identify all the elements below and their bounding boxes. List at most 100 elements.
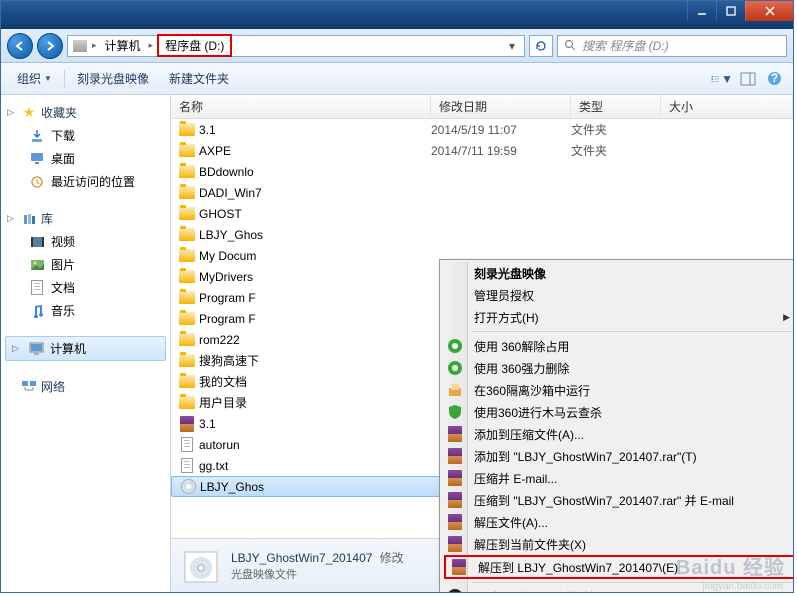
search-icon bbox=[562, 38, 578, 54]
disc-icon bbox=[180, 479, 196, 495]
search-placeholder: 搜索 程序盘 (D:) bbox=[582, 37, 669, 54]
breadcrumb-drive[interactable]: 程序盘 (D:) bbox=[157, 34, 232, 57]
list-item[interactable]: GHOST bbox=[171, 203, 793, 224]
newfolder-button[interactable]: 新建文件夹 bbox=[161, 66, 237, 91]
search-input[interactable]: 搜索 程序盘 (D:) bbox=[557, 35, 787, 57]
star-icon: ★ bbox=[21, 105, 37, 121]
computer-icon bbox=[28, 341, 44, 357]
context-menu-item[interactable]: 管理员授权 bbox=[442, 284, 793, 306]
download-icon bbox=[29, 128, 45, 144]
list-item[interactable]: 3.12014/5/19 11:07文件夹 bbox=[171, 119, 793, 140]
view-mode-button[interactable]: ▼ bbox=[711, 68, 733, 90]
preview-pane-button[interactable] bbox=[737, 68, 759, 90]
maximize-button[interactable] bbox=[716, 1, 745, 21]
help-button[interactable]: ? bbox=[763, 68, 785, 90]
shield-icon bbox=[446, 403, 464, 421]
sidebar-network[interactable]: 网络 bbox=[1, 375, 170, 398]
list-item[interactable]: DADI_Win7 bbox=[171, 182, 793, 203]
forward-button[interactable] bbox=[37, 33, 63, 59]
column-name[interactable]: 名称 bbox=[171, 95, 431, 118]
list-item[interactable]: LBJY_Ghos bbox=[171, 224, 793, 245]
context-menu-item[interactable]: 解压到当前文件夹(X) bbox=[442, 533, 793, 555]
context-menu-item[interactable]: 使用 360强力删除 bbox=[442, 357, 793, 379]
folder-icon bbox=[179, 269, 195, 285]
close-button[interactable] bbox=[745, 1, 793, 21]
network-icon bbox=[21, 379, 37, 395]
folder-icon bbox=[179, 248, 195, 264]
sidebar-computer[interactable]: ▷计算机 bbox=[5, 336, 166, 361]
context-menu-item[interactable]: 打开方式(H)▶ bbox=[442, 306, 793, 328]
titlebar bbox=[1, 1, 793, 29]
sidebar-item-music[interactable]: 音乐 bbox=[1, 299, 170, 322]
breadcrumb-computer[interactable]: 计算机 bbox=[101, 35, 145, 56]
sidebar-item-videos[interactable]: 视频 bbox=[1, 230, 170, 253]
sidebar-item-downloads[interactable]: 下载 bbox=[1, 124, 170, 147]
column-type[interactable]: 类型 bbox=[571, 95, 661, 118]
context-menu: 刻录光盘映像管理员授权打开方式(H)▶ 使用 360解除占用使用 360强力删除在… bbox=[439, 259, 793, 592]
sidebar-item-recent[interactable]: 最近访问的位置 bbox=[1, 170, 170, 193]
rar-icon bbox=[450, 558, 468, 576]
folder-icon bbox=[179, 353, 195, 369]
rar-icon bbox=[446, 513, 464, 531]
desktop-icon bbox=[29, 151, 45, 167]
explorer-window: ▸ 计算机 ▸ 程序盘 (D:) ▾ 搜索 程序盘 (D:) 组织▼ 刻录光盘映… bbox=[0, 0, 794, 593]
qq-icon bbox=[446, 588, 464, 592]
list-item[interactable]: AXPE2014/7/11 19:59文件夹 bbox=[171, 140, 793, 161]
address-field[interactable]: ▸ 计算机 ▸ 程序盘 (D:) ▾ bbox=[67, 35, 525, 57]
minimize-button[interactable] bbox=[687, 1, 716, 21]
details-subtitle: 光盘映像文件 bbox=[231, 566, 404, 582]
sidebar-favorites[interactable]: ▷★收藏夹 bbox=[1, 101, 170, 124]
burn-button[interactable]: 刻录光盘映像 bbox=[69, 66, 157, 91]
sidebar-libraries[interactable]: ▷库 bbox=[1, 207, 170, 230]
music-icon bbox=[29, 303, 45, 319]
sidebar-item-desktop[interactable]: 桌面 bbox=[1, 147, 170, 170]
submenu-arrow-icon: ▶ bbox=[783, 312, 790, 323]
navigation-pane: ▷★收藏夹 下载 桌面 最近访问的位置 ▷库 视频 图片 文档 音乐 ▷计算机 … bbox=[1, 95, 171, 592]
chevron-right-icon: ▸ bbox=[149, 40, 154, 51]
sandbox-icon bbox=[446, 381, 464, 399]
folder-icon bbox=[179, 122, 195, 138]
rar-icon bbox=[446, 535, 464, 553]
rar-icon bbox=[446, 425, 464, 443]
back-button[interactable] bbox=[7, 33, 33, 59]
txt-icon bbox=[179, 437, 195, 453]
video-icon bbox=[29, 234, 45, 250]
address-bar: ▸ 计算机 ▸ 程序盘 (D:) ▾ 搜索 程序盘 (D:) bbox=[1, 29, 793, 63]
folder-icon bbox=[179, 332, 195, 348]
context-menu-item[interactable]: 刻录光盘映像 bbox=[442, 262, 793, 284]
details-extra: 修改 bbox=[380, 551, 404, 565]
chevron-right-icon: ▸ bbox=[92, 40, 97, 51]
context-menu-item[interactable]: 通过QQ发送到我的手机 bbox=[442, 586, 793, 592]
rar-icon bbox=[446, 447, 464, 465]
folder-icon bbox=[179, 206, 195, 222]
context-menu-item[interactable]: 压缩并 E-mail... bbox=[442, 467, 793, 489]
context-menu-item[interactable]: 在360隔离沙箱中运行 bbox=[442, 379, 793, 401]
library-icon bbox=[21, 211, 37, 227]
address-dropdown-icon[interactable]: ▾ bbox=[504, 39, 520, 53]
sidebar-item-pictures[interactable]: 图片 bbox=[1, 253, 170, 276]
sidebar-item-documents[interactable]: 文档 bbox=[1, 276, 170, 299]
rar-icon bbox=[179, 416, 195, 432]
document-icon bbox=[29, 280, 45, 296]
folder-icon bbox=[179, 374, 195, 390]
context-menu-item[interactable]: 添加到压缩文件(A)... bbox=[442, 423, 793, 445]
folder-icon bbox=[179, 164, 195, 180]
svg-text:?: ? bbox=[770, 71, 777, 85]
disc-icon bbox=[181, 546, 221, 586]
context-menu-item[interactable]: 解压文件(A)... bbox=[442, 511, 793, 533]
360-icon bbox=[446, 359, 464, 377]
column-date[interactable]: 修改日期 bbox=[431, 95, 571, 118]
organize-button[interactable]: 组织▼ bbox=[9, 66, 60, 91]
refresh-button[interactable] bbox=[529, 35, 553, 57]
toolbar: 组织▼ 刻录光盘映像 新建文件夹 ▼ ? bbox=[1, 63, 793, 95]
folder-icon bbox=[179, 185, 195, 201]
context-menu-item[interactable]: 解压到 LBJY_GhostWin7_201407\(E) bbox=[444, 555, 793, 579]
context-menu-item[interactable]: 压缩到 "LBJY_GhostWin7_201407.rar" 并 E-mail bbox=[442, 489, 793, 511]
context-menu-item[interactable]: 添加到 "LBJY_GhostWin7_201407.rar"(T) bbox=[442, 445, 793, 467]
list-item[interactable]: BDdownlo bbox=[171, 161, 793, 182]
360-icon bbox=[446, 337, 464, 355]
context-menu-item[interactable]: 使用 360解除占用 bbox=[442, 335, 793, 357]
column-size[interactable]: 大小 bbox=[661, 95, 793, 118]
content-pane: 名称 修改日期 类型 大小 3.12014/5/19 11:07文件夹AXPE2… bbox=[171, 95, 793, 592]
context-menu-item[interactable]: 使用360进行木马云查杀 bbox=[442, 401, 793, 423]
